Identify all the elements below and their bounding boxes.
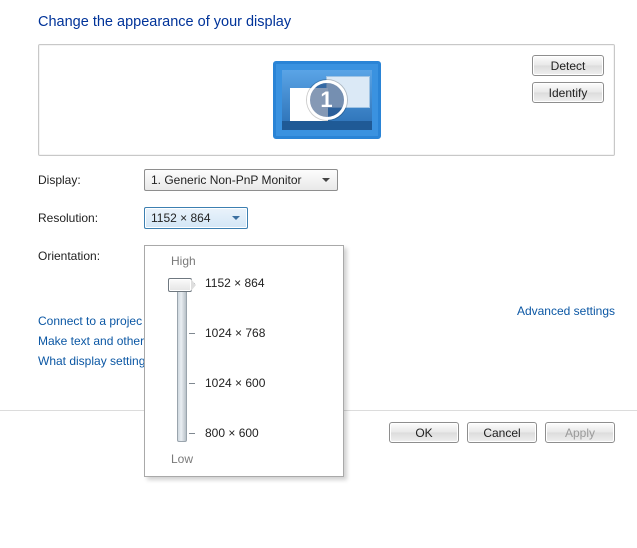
display-dropdown[interactable]: 1. Generic Non-PnP Monitor <box>144 169 338 191</box>
resolution-row: Resolution: 1152 × 864 <box>38 204 615 232</box>
resolution-dropdown[interactable]: 1152 × 864 <box>144 207 248 229</box>
slider-low-label: Low <box>171 452 331 466</box>
resolution-option[interactable]: 800 × 600 <box>205 426 259 440</box>
display-settings-page: Change the appearance of your display De… <box>0 0 637 548</box>
advanced-settings-link[interactable]: Advanced settings <box>517 304 615 318</box>
slider-high-label: High <box>171 254 331 268</box>
monitor-graphic[interactable]: 1 <box>273 61 381 139</box>
display-label: Display: <box>38 173 144 187</box>
slider-thumb[interactable] <box>168 278 192 292</box>
resolution-selected: 1152 × 864 <box>151 211 211 225</box>
identify-button[interactable]: Identify <box>532 82 604 103</box>
resolution-options: 1152 × 864 1024 × 768 1024 × 600 800 × 6… <box>197 270 331 450</box>
monitor-number-badge: 1 <box>307 80 347 120</box>
dialog-buttons: OK Cancel Apply <box>389 422 615 443</box>
ok-button[interactable]: OK <box>389 422 459 443</box>
resolution-label: Resolution: <box>38 211 144 225</box>
apply-button[interactable]: Apply <box>545 422 615 443</box>
resolution-option[interactable]: 1024 × 600 <box>205 376 265 390</box>
chevron-down-icon <box>319 173 333 187</box>
slider-tick <box>189 333 195 334</box>
monitor-preview-area: Detect Identify 1 <box>38 44 615 156</box>
orientation-label: Orientation: <box>38 249 144 263</box>
detect-button[interactable]: Detect <box>532 55 604 76</box>
page-title: Change the appearance of your display <box>38 14 615 30</box>
display-row: Display: 1. Generic Non-PnP Monitor <box>38 166 615 194</box>
slider-tick <box>189 433 195 434</box>
resolution-option[interactable]: 1024 × 768 <box>205 326 265 340</box>
chevron-down-icon <box>229 211 243 225</box>
slider-tick <box>189 383 195 384</box>
cancel-button[interactable]: Cancel <box>467 422 537 443</box>
resolution-option[interactable]: 1152 × 864 <box>205 276 265 290</box>
monitor-buttons: Detect Identify <box>532 55 604 103</box>
display-selected: 1. Generic Non-PnP Monitor <box>151 173 302 187</box>
monitor-icon: 1 <box>273 61 381 139</box>
slider-track <box>177 280 187 442</box>
resolution-slider-popup: High 1152 × 864 1024 × 768 1024 × 600 80… <box>144 245 344 477</box>
resolution-slider[interactable] <box>167 270 197 450</box>
